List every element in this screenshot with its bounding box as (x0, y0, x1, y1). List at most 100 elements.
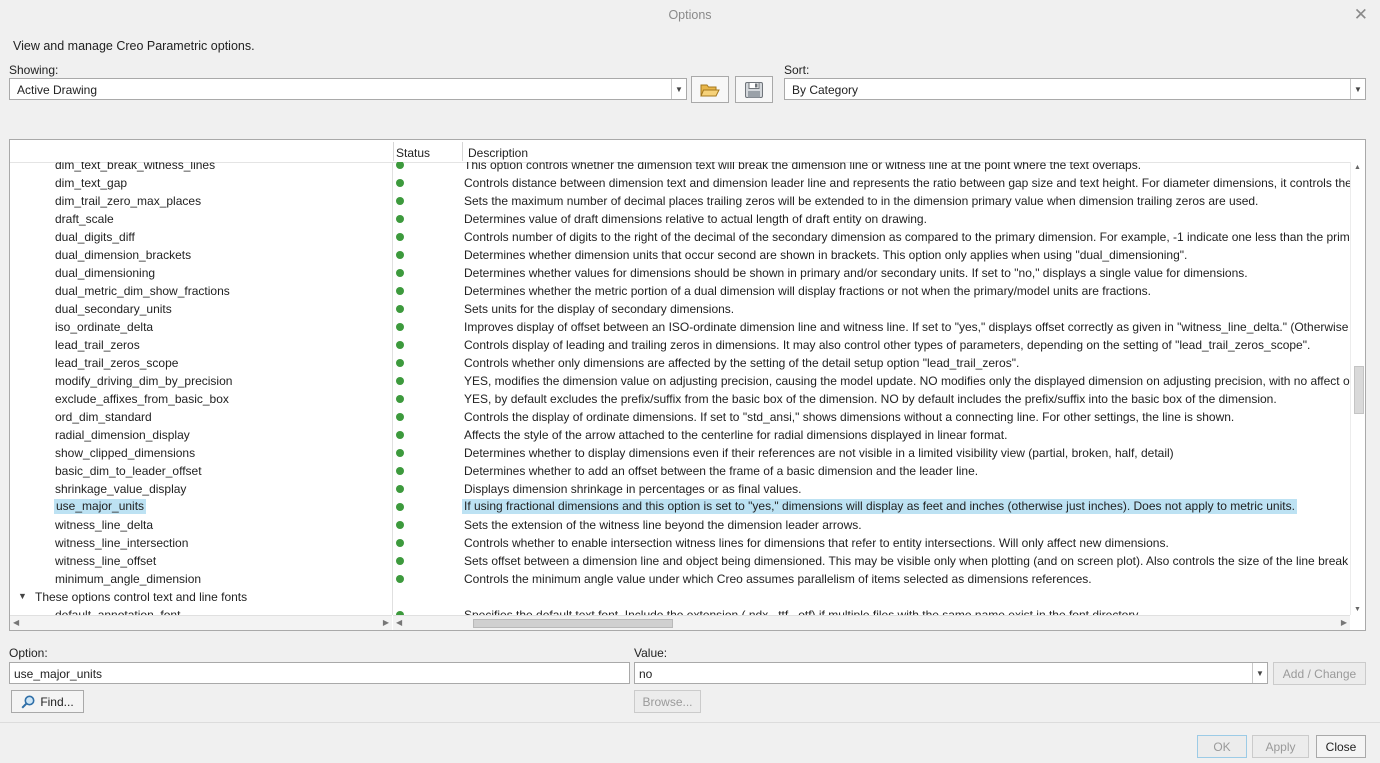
description-column-header[interactable]: Description (468, 146, 528, 160)
option-description: If using fractional dimensions and this … (462, 499, 1297, 514)
value-dropdown[interactable]: no ▼ (634, 662, 1268, 684)
table-row[interactable]: shrinkage_value_display Displays dimensio… (10, 480, 1350, 498)
option-description: Determines value of draft dimensions rel… (464, 212, 927, 226)
option-name: basic_dim_to_leader_offset (55, 464, 202, 478)
status-dot-icon (396, 449, 404, 457)
option-description: Sets units for the display of secondary … (464, 302, 735, 316)
browse-button[interactable]: Browse... (634, 690, 701, 713)
close-icon[interactable]: ✕ (1354, 5, 1368, 25)
table-row[interactable]: ord_dim_standard Controls the display of … (10, 408, 1350, 426)
add-change-button[interactable]: Add / Change (1273, 662, 1366, 685)
option-description: Controls distance between dimension text… (464, 176, 1350, 190)
table-row[interactable]: dim_trail_zero_max_places Sets the maximu… (10, 192, 1350, 210)
category-row[interactable]: ▼ These options control text and line fon… (10, 588, 1350, 606)
option-name: dual_secondary_units (55, 302, 172, 316)
scroll-right-icon[interactable]: ▶ (1341, 618, 1347, 627)
table-row[interactable]: minimum_angle_dimension Controls the mini… (10, 570, 1350, 588)
save-button[interactable] (735, 76, 773, 103)
column-divider[interactable] (462, 142, 463, 161)
showing-dropdown[interactable]: Active Drawing ▼ (9, 78, 687, 100)
status-dot-icon (396, 431, 404, 439)
table-row[interactable]: default_annotation_font Specifies the def… (10, 606, 1350, 615)
scroll-left-icon[interactable]: ◀ (396, 618, 402, 627)
table-row[interactable]: show_clipped_dimensions Determines whethe… (10, 444, 1350, 462)
table-row[interactable]: exclude_affixes_from_basic_box YES, by de… (10, 390, 1350, 408)
value-label: Value: (634, 646, 668, 660)
value-dropdown-value: no (639, 667, 653, 681)
table-row[interactable]: dual_secondary_units Sets units for the d… (10, 300, 1350, 318)
table-row[interactable]: dual_dimensioning Determines whether valu… (10, 264, 1350, 282)
status-dot-icon (396, 305, 404, 313)
scroll-up-icon[interactable]: ▲ (1354, 164, 1361, 171)
table-row[interactable]: witness_line_intersection Controls whethe… (10, 534, 1350, 552)
intro-text: View and manage Creo Parametric options. (13, 39, 255, 53)
table-row[interactable]: lead_trail_zeros_scope Controls whether o… (10, 354, 1350, 372)
option-description: Controls whether to enable intersection … (464, 536, 1169, 550)
table-row[interactable]: dim_text_break_witness_lines This option … (10, 162, 1350, 174)
sort-dropdown[interactable]: By Category ▼ (784, 78, 1366, 100)
table-row[interactable]: modify_driving_dim_by_precision YES, modi… (10, 372, 1350, 390)
option-name: iso_ordinate_delta (55, 320, 154, 334)
find-button-label: Find... (40, 694, 74, 709)
table-row[interactable]: dual_metric_dim_show_fractions Determines… (10, 282, 1350, 300)
table-row[interactable]: witness_line_offset Sets offset between a… (10, 552, 1350, 570)
search-icon (21, 695, 35, 709)
status-dot-icon (396, 251, 404, 259)
collapse-triangle-icon[interactable]: ▼ (18, 591, 27, 601)
status-dot-icon (396, 359, 404, 367)
table-row[interactable]: draft_scale Determines value of draft dim… (10, 210, 1350, 228)
option-description: Improves display of offset between an IS… (464, 320, 1350, 334)
scroll-left-icon[interactable]: ◀ (13, 618, 19, 627)
table-row[interactable]: dim_text_gap Controls distance between di… (10, 174, 1350, 192)
vertical-scrollbar[interactable]: ▲ ▼ (1350, 162, 1365, 615)
option-name: ord_dim_standard (55, 410, 152, 424)
table-row[interactable]: witness_line_delta Sets the extension of … (10, 516, 1350, 534)
scroll-right-icon[interactable]: ▶ (383, 618, 389, 627)
table-row[interactable]: lead_trail_zeros Controls display of lead… (10, 336, 1350, 354)
status-dot-icon (396, 503, 404, 511)
scroll-thumb[interactable] (1354, 366, 1364, 414)
table-row[interactable]: use_major_units If using fractional dimen… (10, 498, 1350, 516)
table-row[interactable]: basic_dim_to_leader_offset Determines whe… (10, 462, 1350, 480)
scroll-down-icon[interactable]: ▼ (1354, 606, 1361, 613)
option-description: Determines whether dimension units that … (464, 248, 1188, 262)
option-name: draft_scale (55, 212, 114, 226)
ok-button[interactable]: OK (1197, 735, 1247, 758)
table-body: dim_text_break_witness_lines This option … (10, 162, 1350, 615)
option-name: radial_dimension_display (55, 428, 190, 442)
option-name: default_annotation_font (55, 608, 181, 615)
footer-divider (0, 722, 1380, 723)
status-dot-icon (396, 557, 404, 565)
status-dot-icon (396, 575, 404, 583)
option-description: Determines whether values for dimensions… (464, 266, 1248, 280)
column-divider[interactable] (393, 142, 394, 161)
open-button[interactable] (691, 76, 729, 103)
scroll-thumb[interactable] (473, 619, 673, 628)
option-description: Sets offset between a dimension line and… (464, 554, 1350, 568)
option-description: Determines whether to add an offset betw… (464, 464, 979, 478)
status-dot-icon (396, 413, 404, 421)
status-column-header[interactable]: Status (396, 146, 430, 160)
option-name: dual_metric_dim_show_fractions (55, 284, 230, 298)
table-row[interactable]: dual_dimension_brackets Determines whethe… (10, 246, 1350, 264)
table-row[interactable]: iso_ordinate_delta Improves display of of… (10, 318, 1350, 336)
status-dot-icon (396, 197, 404, 205)
close-button[interactable]: Close (1316, 735, 1366, 758)
status-dot-icon (396, 467, 404, 475)
chevron-down-icon: ▼ (1350, 79, 1365, 99)
option-name: dual_dimensioning (55, 266, 156, 280)
option-input[interactable]: use_major_units (9, 662, 630, 684)
find-button[interactable]: Find... (11, 690, 84, 713)
option-description: Sets the extension of the witness line b… (464, 518, 862, 532)
left-horizontal-scrollbar[interactable]: ◀ ▶ (10, 615, 392, 630)
apply-button[interactable]: Apply (1252, 735, 1309, 758)
option-name: exclude_affixes_from_basic_box (55, 392, 229, 406)
right-horizontal-scrollbar[interactable]: ◀ ▶ (393, 615, 1350, 630)
status-dot-icon (396, 162, 404, 169)
status-dot-icon (396, 395, 404, 403)
table-row[interactable]: radial_dimension_display Affects the styl… (10, 426, 1350, 444)
option-description: Determines whether the metric portion of… (464, 284, 1151, 298)
save-icon (745, 81, 763, 98)
table-row[interactable]: dual_digits_diff Controls number of digit… (10, 228, 1350, 246)
status-dot-icon (396, 179, 404, 187)
